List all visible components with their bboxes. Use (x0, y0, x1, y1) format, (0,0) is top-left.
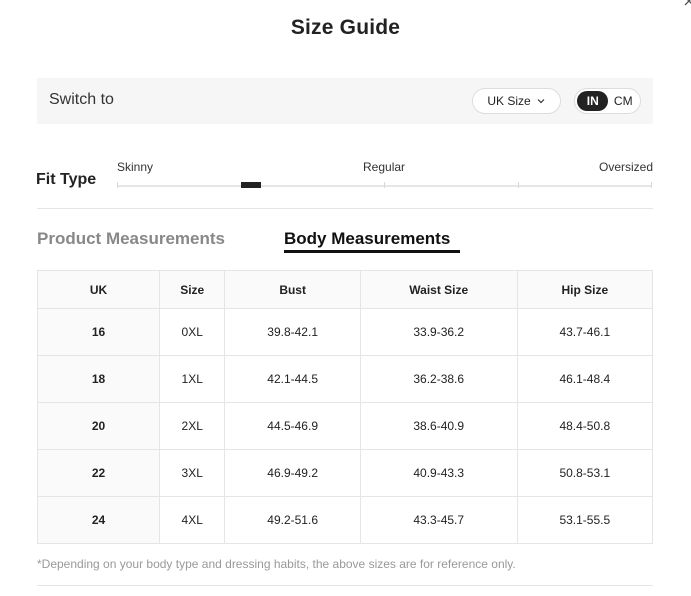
waist-cell: 33.9-36.2 (359, 308, 518, 356)
fit-scale-notch (518, 182, 519, 188)
hip-cell: 43.7-46.1 (516, 308, 654, 356)
uk-size-cell: 22 (37, 449, 160, 497)
size-table: UK Size Bust Waist Size Hip Size 16 0XL … (37, 270, 654, 544)
column-header: Size (158, 270, 226, 309)
table-row: 24 4XL 49.2-51.6 43.3-45.7 53.1-55.5 (37, 496, 654, 544)
tab-product-measurements[interactable]: Product Measurements (37, 229, 225, 249)
column-header: UK (37, 270, 160, 309)
fit-scale-notch (651, 182, 652, 188)
uk-size-cell: 16 (37, 308, 160, 356)
size-system-value: UK Size (487, 94, 531, 108)
uk-size-cell: 18 (37, 355, 160, 403)
hip-cell: 53.1-55.5 (516, 496, 654, 544)
waist-cell: 43.3-45.7 (359, 496, 518, 544)
chevron-down-icon (537, 99, 545, 104)
tab-body-measurements[interactable]: Body Measurements (284, 229, 450, 249)
table-row: 18 1XL 42.1-44.5 36.2-38.6 46.1-48.4 (37, 355, 654, 403)
table-row: 20 2XL 44.5-46.9 38.6-40.9 48.4-50.8 (37, 402, 654, 450)
page-title: Size Guide (290, 16, 401, 39)
divider (37, 585, 653, 586)
unit-toggle: IN CM (574, 88, 641, 114)
unit-cm-button[interactable]: CM (608, 91, 638, 111)
size-cell: 0XL (158, 308, 226, 356)
column-header: Bust (224, 270, 361, 309)
column-header: Hip Size (516, 270, 654, 309)
switch-label: Switch to (49, 91, 114, 108)
table-header-row: UK Size Bust Waist Size Hip Size (37, 270, 654, 309)
table-row: 22 3XL 46.9-49.2 40.9-43.3 50.8-53.1 (37, 449, 654, 497)
bust-cell: 46.9-49.2 (224, 449, 361, 497)
bust-cell: 44.5-46.9 (224, 402, 361, 450)
divider (37, 208, 653, 209)
hip-cell: 50.8-53.1 (516, 449, 654, 497)
hip-cell: 46.1-48.4 (516, 355, 654, 403)
waist-cell: 40.9-43.3 (359, 449, 518, 497)
bust-cell: 39.8-42.1 (224, 308, 361, 356)
active-tab-underline (284, 250, 460, 253)
bust-cell: 42.1-44.5 (224, 355, 361, 403)
fit-option-regular: Regular (363, 160, 406, 174)
uk-size-cell: 20 (37, 402, 160, 450)
unit-in-button[interactable]: IN (577, 91, 609, 111)
hip-cell: 48.4-50.8 (516, 402, 654, 450)
waist-cell: 38.6-40.9 (359, 402, 518, 450)
column-header: Waist Size (359, 270, 518, 309)
fit-option-oversized: Oversized (599, 160, 654, 174)
size-cell: 1XL (158, 355, 226, 403)
fit-level-marker (241, 182, 261, 188)
fit-type-label: Fit Type (36, 171, 97, 188)
table-row: 16 0XL 39.8-42.1 33.9-36.2 43.7-46.1 (37, 308, 654, 356)
waist-cell: 36.2-38.6 (359, 355, 518, 403)
size-cell: 2XL (158, 402, 226, 450)
size-cell: 3XL (158, 449, 226, 497)
bust-cell: 49.2-51.6 (224, 496, 361, 544)
fit-scale-notch (117, 182, 118, 188)
uk-size-cell: 24 (37, 496, 160, 544)
size-system-dropdown[interactable]: UK Size (472, 88, 561, 114)
unit-switch-bar: Switch to UK Size IN CM (37, 78, 653, 124)
close-icon[interactable] (683, 0, 691, 7)
fit-scale-notch (384, 182, 385, 188)
size-cell: 4XL (158, 496, 226, 544)
fit-option-skinny: Skinny (117, 160, 154, 174)
footnote: *Depending on your body type and dressin… (37, 557, 516, 571)
